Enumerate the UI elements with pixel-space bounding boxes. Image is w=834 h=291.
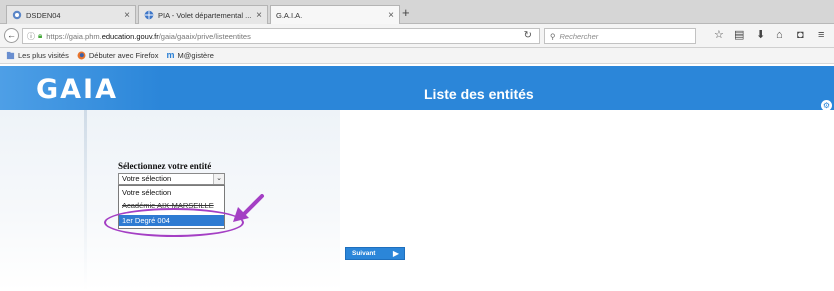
star-icon[interactable]: ☆ [714, 29, 724, 42]
bookmarks-bar: Les plus visités Débuter avec Firefox m … [0, 48, 834, 64]
header-banner: GAIA Liste des entités ⚙ [0, 66, 834, 111]
menu-icon[interactable]: ≡ [818, 29, 824, 42]
entity-select-label: Sélectionnez votre entité [118, 161, 212, 171]
download-icon[interactable]: ⬇ [756, 29, 765, 42]
next-button-label: Suivant [352, 250, 376, 257]
globe-icon [144, 10, 154, 20]
tab-label: G.A.I.A. [276, 11, 303, 20]
browser-tab-strip: DSDEN04 × PIA - Volet départemental ... … [0, 0, 834, 25]
info-icon[interactable]: ⓘ [27, 31, 35, 42]
library-icon[interactable]: ▤ [734, 29, 744, 42]
bookmark-label: Les plus visités [18, 51, 69, 60]
m-logo-icon: m [166, 50, 175, 60]
entity-select-value: Votre sélection [122, 174, 172, 183]
gaia-logo: GAIA [36, 74, 118, 105]
site-icon [12, 10, 22, 20]
pocket-icon[interactable]: ◘ [797, 29, 804, 42]
reload-icon[interactable]: ↻ [524, 30, 532, 41]
firefox-icon [77, 51, 86, 60]
url-host: education.gouv.fr [101, 31, 159, 41]
navigation-bar: ← ⓘ 🔒︎ https://gaia.phm. education.gouv.… [0, 24, 834, 48]
tab-pia[interactable]: PIA - Volet départemental ... × [138, 5, 268, 24]
pointer-arrow-annotation [233, 194, 264, 222]
address-bar[interactable]: ⓘ 🔒︎ https://gaia.phm. education.gouv.fr… [22, 28, 540, 44]
lock-icon: 🔒︎ [38, 31, 43, 40]
url-path: /gaia/gaaix/prive/listeentites [158, 31, 251, 41]
bookmark-magistere[interactable]: m M@gistère [166, 50, 214, 61]
new-tab-button[interactable]: + [402, 6, 410, 20]
page-content: GAIA Liste des entités ⚙ Sélectionnez vo… [0, 64, 834, 291]
tab-label: DSDEN04 [26, 10, 61, 20]
highlight-ellipse-annotation [104, 208, 244, 237]
close-icon[interactable]: × [256, 10, 262, 21]
close-icon[interactable]: × [124, 10, 130, 21]
bookmark-most-visited[interactable]: Les plus visités [6, 51, 69, 60]
back-arrow-icon[interactable]: ← [4, 28, 19, 43]
tab-label: PIA - Volet départemental ... [158, 10, 252, 20]
chevron-down-icon[interactable]: ⌄ [213, 174, 224, 184]
search-placeholder: Rechercher [559, 31, 599, 41]
close-icon[interactable]: × [388, 10, 394, 21]
url-scheme: https://gaia.phm. [46, 31, 102, 41]
tab-gaia[interactable]: G.A.I.A. × [270, 5, 400, 25]
next-button[interactable]: Suivant ▶ [345, 247, 405, 260]
bookmark-getting-started[interactable]: Débuter avec Firefox [77, 51, 159, 60]
entity-select[interactable]: Votre sélection ⌄ [118, 173, 225, 185]
search-icon: ⚲ [550, 31, 556, 41]
tab-dsden04[interactable]: DSDEN04 × [6, 5, 136, 24]
page-title: Liste des entités [424, 86, 534, 102]
search-input[interactable]: ⚲ Rechercher [544, 28, 696, 44]
bookmark-folder-icon [6, 51, 15, 60]
home-icon[interactable]: ⌂ [776, 29, 783, 42]
bookmark-label: M@gistère [177, 51, 214, 60]
dropdown-option[interactable]: Votre sélection [119, 187, 224, 198]
play-arrow-icon: ▶ [392, 249, 399, 258]
help-icon[interactable]: ⚙ [821, 100, 832, 111]
bookmark-label: Débuter avec Firefox [88, 51, 159, 60]
